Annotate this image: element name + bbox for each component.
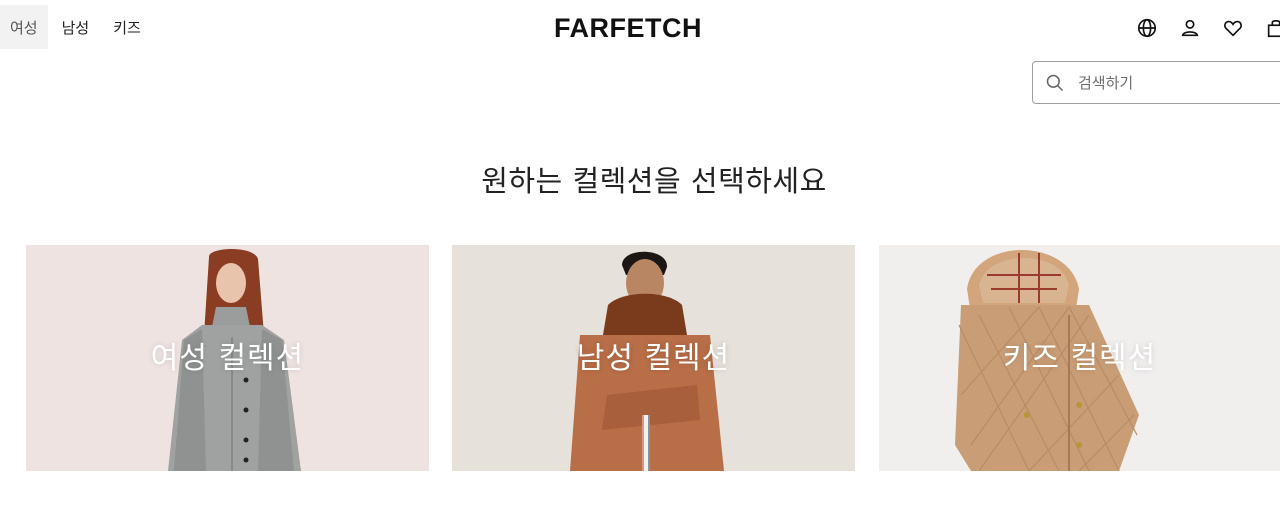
bag-icon[interactable]	[1263, 15, 1280, 41]
tab-kids[interactable]: 키즈	[103, 5, 151, 49]
kids-collection-card[interactable]: 키즈 컬렉션	[879, 245, 1280, 471]
search-icon[interactable]	[1044, 72, 1066, 94]
page: 여성 남성 키즈 FARFETCH 검색하기 원하는 컬렉션을 선택하세요 여성…	[0, 0, 1280, 530]
globe-icon[interactable]	[1134, 15, 1160, 41]
tab-men[interactable]: 남성	[52, 5, 100, 49]
search-input[interactable]	[1076, 72, 1280, 93]
women-collection-label: 여성 컬렉션	[150, 341, 305, 376]
page-title: 원하는 컬렉션을 선택하세요	[481, 164, 827, 198]
kids-collection-label: 키즈 컬렉션	[1002, 341, 1157, 376]
heart-icon[interactable]	[1220, 15, 1246, 41]
utility-icons	[1134, 15, 1280, 41]
brand-logo[interactable]: FARFETCH	[554, 12, 702, 44]
user-icon[interactable]	[1177, 15, 1203, 41]
men-collection-card[interactable]: 남성 컬렉션	[452, 245, 855, 471]
gender-nav: 여성 남성 키즈	[0, 5, 151, 49]
women-collection-card[interactable]: 여성 컬렉션	[26, 245, 429, 471]
tab-women[interactable]: 여성	[0, 5, 48, 49]
search-box	[1032, 61, 1280, 104]
men-collection-label: 남성 컬렉션	[576, 341, 731, 376]
